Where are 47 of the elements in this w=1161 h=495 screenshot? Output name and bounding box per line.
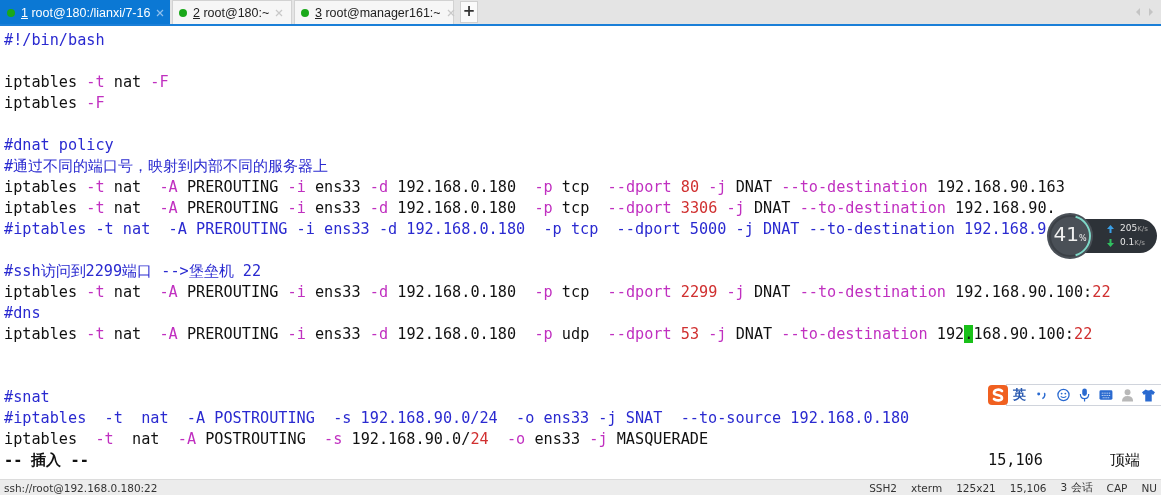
upload-arrow-icon xyxy=(1107,225,1114,233)
terminal-tab[interactable]: 3 root@manager161:~ xyxy=(294,0,454,24)
download-arrow-icon xyxy=(1107,239,1114,247)
code-line: #dnat policy xyxy=(4,136,114,154)
status-item: CAP xyxy=(1106,481,1128,494)
code-line: iptables -t nat -A POSTROUTING -s 192.168.90.0/24 -o ens33 -j MASQUERADE xyxy=(4,430,709,448)
code-line: iptables -t nat -A PREROUTING -i ens33 -d 192.168.0.180 -p udp --dport 53 -j DNAT --to-destination 192.168.90.100:22 xyxy=(4,325,1093,343)
code-line: iptables -t nat -F xyxy=(4,73,169,91)
user-icon[interactable] xyxy=(1121,388,1134,402)
status-item: 15,106 xyxy=(1009,481,1047,494)
editor-mode: -- 插入 -- xyxy=(4,450,90,471)
status-dot-icon xyxy=(179,8,187,17)
code-line: #通过不同的端口号，映射到内部不同的服务器上 xyxy=(4,157,329,175)
code-line: #iptables -t nat -A PREROUTING -i ens33 -d 192.168.0.180 -p tcp --dport 5000 -j DNAT --to-destination 192.168.9 xyxy=(4,220,1047,238)
code-line: iptables -t nat -A PREROUTING -i ens33 -d 192.168.0.180 -p tcp --dport 2299 -j DNAT --to-destination 192.168.90.100:22 xyxy=(4,283,1111,301)
status-item: NU xyxy=(1141,481,1157,494)
code-line: iptables -t nat -A PREROUTING -i ens33 -d 192.168.0.180 -p tcp --dport 3306 -j DNAT --to-destination 192.168.90. xyxy=(4,199,1056,217)
microphone-icon[interactable] xyxy=(1078,388,1091,402)
status-item: 125x21 xyxy=(956,481,996,494)
code-line: iptables -t nat -A PREROUTING -i ens33 -d 192.168.0.180 -p tcp --dport 80 -j DNAT --to-destination 192.168.90.163 xyxy=(4,178,1065,196)
status-item: xterm xyxy=(911,481,943,494)
terminal-tab[interactable]: 2 root@180:~ xyxy=(172,0,292,24)
close-icon[interactable] xyxy=(446,8,455,17)
scroll-position: 顶端 xyxy=(1110,450,1140,471)
code-line: #!/bin/bash xyxy=(4,31,105,49)
code-line: iptables -F xyxy=(4,94,105,112)
keyboard-icon[interactable] xyxy=(1099,389,1113,401)
status-dot-icon xyxy=(301,8,309,17)
usage-percent: 41% xyxy=(1053,221,1087,248)
scroll-right-icon[interactable] xyxy=(1148,7,1154,17)
smiley-icon[interactable] xyxy=(1056,388,1070,402)
new-tab-button[interactable]: + xyxy=(460,1,478,23)
code-line: #ssh访问到2299端口 -->堡垒机 22 xyxy=(4,262,262,280)
status-dot-icon xyxy=(7,8,15,17)
close-icon[interactable] xyxy=(156,8,165,17)
code-line: #snat xyxy=(4,388,50,406)
code-line: #iptables -t nat -A POSTROUTING -s 192.168.90.0/24 -o ens33 -j SNAT --to-source 192.168.0.180 xyxy=(4,409,910,427)
language-toggle[interactable]: 英 xyxy=(1013,386,1026,404)
code-line: #dns xyxy=(4,304,41,322)
scroll-left-icon[interactable] xyxy=(1135,7,1141,17)
status-item: 3 会话 xyxy=(1060,480,1093,495)
status-item: SSH2 xyxy=(869,481,898,494)
close-icon[interactable] xyxy=(275,8,284,17)
shirt-icon[interactable] xyxy=(1142,388,1155,402)
connection-address: ssh://root@192.168.0.180:22 xyxy=(4,481,158,494)
cursor-position: 15,106 xyxy=(988,450,1044,471)
terminal-tab[interactable]: 1 root@180:/lianxi/7-16 xyxy=(0,0,170,24)
